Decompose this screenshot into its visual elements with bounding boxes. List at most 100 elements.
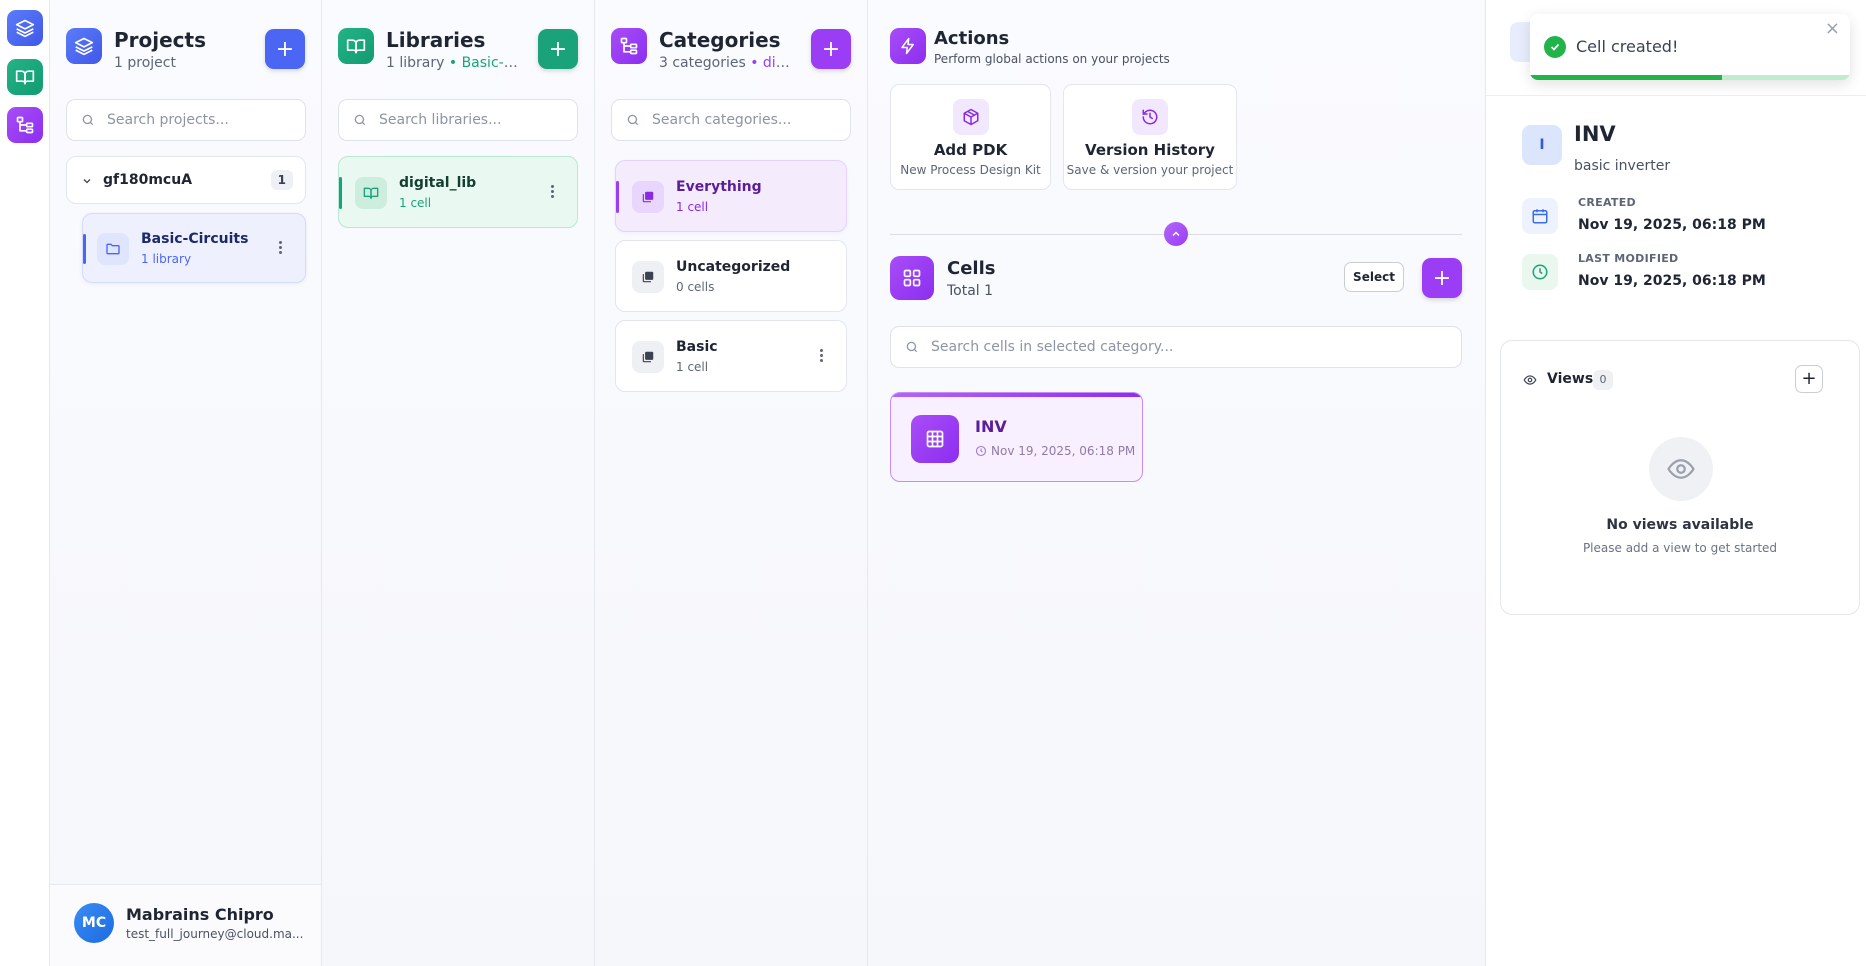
library-item-name: digital_lib <box>399 175 477 191</box>
libraries-context: Basic-Cir... <box>461 55 526 71</box>
created-value: Nov 19, 2025, 06:18 PM <box>1578 217 1766 233</box>
version-history-title: Version History <box>1085 141 1215 159</box>
library-item-menu-button[interactable] <box>551 183 555 200</box>
add-cell-button[interactable]: + <box>1422 258 1462 298</box>
libraries-sep: • <box>444 55 462 71</box>
toast-notification: Cell created! × <box>1530 14 1850 80</box>
avatar: MC <box>74 903 114 943</box>
add-view-button[interactable]: + <box>1795 365 1823 393</box>
category-item-everything[interactable]: Everything 1 cell <box>615 160 847 232</box>
actions-title: Actions <box>934 28 1010 49</box>
modified-label: LAST MODIFIED <box>1578 252 1679 265</box>
add-pdk-title: Add PDK <box>933 141 1008 159</box>
categories-search-input[interactable]: Search categories... <box>611 99 851 141</box>
add-pdk-subtitle: New Process Design Kit <box>900 163 1041 177</box>
cells-header: Cells Total 1 Select + <box>890 256 1462 302</box>
select-button[interactable]: Select <box>1344 262 1404 292</box>
category-item-name: Basic <box>676 339 718 355</box>
toast-message: Cell created! <box>1576 37 1679 56</box>
categories-title: Categories <box>659 28 781 52</box>
categories-sep: • <box>745 55 763 71</box>
version-history-subtitle: Save & version your project <box>1066 163 1234 177</box>
category-item-name: Uncategorized <box>676 259 791 275</box>
chevron-down-icon <box>83 179 91 184</box>
project-item-menu-button[interactable] <box>279 239 283 256</box>
table-icon <box>911 415 959 463</box>
layers-icon <box>15 19 35 38</box>
category-item-basic[interactable]: Basic 1 cell <box>615 320 847 392</box>
search-icon <box>906 341 918 353</box>
empty-views-title: No views available <box>1606 517 1754 533</box>
category-item-sub: 1 cell <box>676 360 709 374</box>
libraries-search-input[interactable]: Search libraries... <box>338 99 578 141</box>
categories-subtitle: 3 categories • digit... <box>659 55 795 71</box>
cell-card-inv[interactable]: INV Nov 19, 2025, 06:18 PM <box>890 392 1143 482</box>
project-item-sub: 1 library <box>141 252 192 266</box>
search-icon <box>354 114 366 126</box>
cells-search-input[interactable]: Search cells in selected category... <box>890 326 1462 368</box>
views-label: Views <box>1547 371 1594 387</box>
project-item-basic-circuits[interactable]: Basic-Circuits 1 library <box>82 213 306 283</box>
add-category-button[interactable]: + <box>811 29 851 69</box>
book-open-icon <box>15 70 35 85</box>
category-item-uncategorized[interactable]: Uncategorized 0 cells <box>615 240 847 312</box>
collection-icon <box>632 341 664 373</box>
user-email: test_full_journey@cloud.ma... <box>126 927 304 941</box>
libraries-count: 1 library <box>386 55 445 71</box>
rail-categories-button[interactable] <box>7 107 43 143</box>
detail-name: INV <box>1574 122 1616 146</box>
category-item-name: Everything <box>676 179 762 195</box>
modified-value: Nov 19, 2025, 06:18 PM <box>1578 273 1766 289</box>
toast-close-button[interactable]: × <box>1825 18 1840 39</box>
categories-context: digit... <box>762 55 795 71</box>
projects-search-placeholder: Search projects... <box>107 112 229 128</box>
package-icon <box>952 99 989 135</box>
grid-icon <box>890 256 934 300</box>
project-group-gf180mcuA[interactable]: gf180mcuA 1 <box>66 156 306 204</box>
check-circle-icon <box>1544 36 1566 58</box>
libraries-subtitle: 1 library • Basic-Cir... <box>386 55 526 71</box>
cell-card-name: INV <box>975 417 1007 436</box>
version-history-card[interactable]: Version History Save & version your proj… <box>1063 84 1237 190</box>
add-project-button[interactable]: + <box>265 29 305 69</box>
selected-indicator <box>616 181 619 213</box>
chevron-up-icon <box>1172 231 1180 237</box>
detail-avatar: I <box>1522 125 1562 165</box>
detail-description: basic inverter <box>1574 158 1671 174</box>
add-library-button[interactable]: + <box>538 29 578 69</box>
libraries-title: Libraries <box>386 28 486 52</box>
projects-search-input[interactable]: Search projects... <box>66 99 306 141</box>
category-item-menu-button[interactable] <box>820 347 824 364</box>
categories-icon <box>611 28 647 64</box>
cells-search-placeholder: Search cells in selected category... <box>931 339 1174 355</box>
user-footer[interactable]: MC Mabrains Chipro test_full_journey@clo… <box>50 884 321 966</box>
rail-libraries-button[interactable] <box>7 59 43 95</box>
projects-panel: Projects 1 project + Search projects... … <box>50 0 322 966</box>
rail-projects-button[interactable] <box>7 10 43 46</box>
category-item-sub: 1 cell <box>676 200 709 214</box>
libraries-panel: Libraries 1 library • Basic-Cir... + Sea… <box>322 0 595 966</box>
collapse-toggle-button[interactable] <box>1164 222 1188 246</box>
project-group-name: gf180mcuA <box>103 172 193 188</box>
project-item-name: Basic-Circuits <box>141 231 249 247</box>
categories-count: 3 categories <box>659 55 746 71</box>
actions-subtitle: Perform global actions on your projects <box>934 52 1170 66</box>
empty-eye-icon <box>1649 437 1713 501</box>
search-icon <box>627 114 639 126</box>
categories-search-placeholder: Search categories... <box>652 112 792 128</box>
collection-icon <box>632 181 664 213</box>
created-label: CREATED <box>1578 196 1636 209</box>
empty-views-subtitle: Please add a view to get started <box>1582 541 1778 555</box>
hierarchy-icon <box>16 116 34 134</box>
clock-icon <box>1522 254 1558 290</box>
libraries-icon <box>338 28 374 64</box>
projects-subtitle: 1 project <box>114 55 176 71</box>
library-item-digital-lib[interactable]: digital_lib 1 cell <box>338 156 578 228</box>
toast-progress-track <box>1530 75 1850 80</box>
project-group-count-badge: 1 <box>270 170 293 190</box>
clock-icon <box>975 445 987 457</box>
cells-title: Cells <box>947 258 996 279</box>
calendar-icon <box>1522 198 1558 234</box>
add-pdk-card[interactable]: Add PDK New Process Design Kit <box>890 84 1051 190</box>
categories-panel: Categories 3 categories • digit... + Sea… <box>595 0 868 966</box>
